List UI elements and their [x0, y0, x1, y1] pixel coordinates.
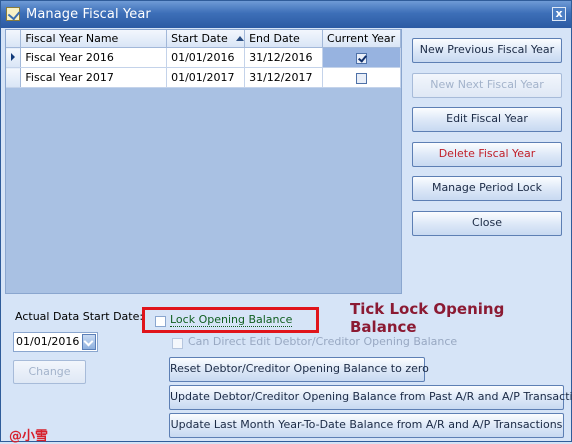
manage-period-lock-button[interactable]: Manage Period Lock — [412, 176, 562, 201]
fiscal-year-grid[interactable]: Fiscal Year Name Start Date End Date Cur… — [5, 29, 402, 294]
annotation-text: Tick Lock Opening Balance — [350, 300, 504, 336]
actual-data-start-date-label: Actual Data Start Date: — [15, 310, 144, 323]
new-previous-fiscal-year-button[interactable]: New Previous Fiscal Year — [412, 38, 562, 63]
actual-data-start-date-picker[interactable]: 01/01/2016 — [13, 332, 98, 352]
change-button[interactable]: Change — [13, 360, 86, 384]
edit-fiscal-year-button[interactable]: Edit Fiscal Year — [412, 107, 562, 132]
reset-opening-balance-button[interactable]: Reset Debtor/Creditor Opening Balance to… — [169, 357, 429, 382]
lock-opening-balance-checkbox-wrap[interactable] — [155, 314, 166, 327]
update-ytd-balance-button[interactable]: Update Last Month Year-To-Date Balance f… — [169, 413, 564, 438]
row-indicator — [6, 67, 22, 88]
actual-data-start-date-value[interactable]: 01/01/2016 — [16, 335, 79, 348]
delete-fiscal-year-button[interactable]: Delete Fiscal Year — [412, 142, 562, 167]
can-direct-edit-checkbox-wrap[interactable] — [172, 336, 183, 349]
annotation-line-1: Tick Lock Opening — [350, 300, 505, 318]
cell-start-date[interactable]: 01/01/2016 — [166, 47, 246, 68]
can-direct-edit-label: Can Direct Edit Debtor/Creditor Opening … — [188, 335, 458, 348]
chevron-down-icon[interactable] — [82, 334, 96, 350]
column-header-start-date[interactable]: Start Date — [166, 30, 246, 48]
current-year-checkbox[interactable] — [356, 72, 367, 84]
close-button[interactable]: Close — [412, 211, 562, 236]
column-header-fiscal-year-name[interactable]: Fiscal Year Name — [20, 30, 168, 48]
current-row-arrow-icon — [11, 53, 15, 61]
cell-end-date[interactable]: 31/12/2016 — [244, 47, 324, 68]
window-title: Manage Fiscal Year — [26, 7, 151, 22]
row-indicator-header — [6, 30, 22, 48]
cell-current-year[interactable] — [322, 47, 401, 68]
watermark: @小雪 — [9, 429, 49, 444]
close-window-button[interactable]: x — [552, 7, 566, 21]
manage-fiscal-year-window: Manage Fiscal Year x Fiscal Year Name St… — [0, 0, 572, 444]
annotation-line-2: Balance — [350, 318, 417, 336]
cell-end-date[interactable]: 31/12/2017 — [244, 67, 324, 88]
lock-opening-balance-checkbox[interactable] — [155, 315, 166, 327]
title-bar: Manage Fiscal Year x — [1, 1, 571, 28]
row-indicator — [6, 47, 22, 68]
update-opening-balance-button[interactable]: Update Debtor/Creditor Opening Balance f… — [169, 385, 572, 410]
lock-opening-balance-label[interactable]: Lock Opening Balance — [170, 313, 293, 327]
cell-start-date[interactable]: 01/01/2017 — [166, 67, 246, 88]
can-direct-edit-checkbox[interactable] — [172, 337, 183, 349]
sort-ascending-icon — [235, 36, 244, 41]
cell-fiscal-year-name[interactable]: Fiscal Year 2016 — [20, 47, 168, 68]
cell-fiscal-year-name[interactable]: Fiscal Year 2017 — [20, 67, 168, 88]
table-row[interactable]: Fiscal Year 2017 01/01/2017 31/12/2017 — [6, 67, 401, 88]
cell-current-year[interactable] — [322, 67, 401, 88]
current-year-checkbox[interactable] — [356, 52, 367, 64]
app-icon — [6, 7, 20, 21]
column-header-end-date[interactable]: End Date — [244, 30, 324, 48]
table-row[interactable]: Fiscal Year 2016 01/01/2016 31/12/2016 — [6, 47, 401, 68]
column-header-current-year[interactable]: Current Year — [322, 30, 401, 48]
new-next-fiscal-year-button[interactable]: New Next Fiscal Year — [412, 73, 562, 98]
